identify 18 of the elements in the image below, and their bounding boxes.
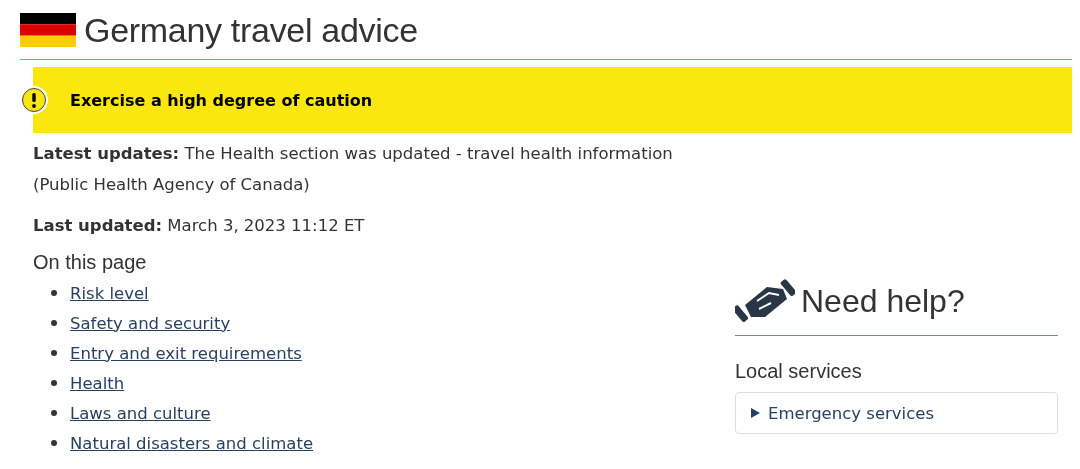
- local-services-heading: Local services: [735, 360, 863, 383]
- section-heading: On this page: [33, 251, 148, 274]
- page-link[interactable]: Health: [70, 373, 125, 393]
- caret-icon: [750, 408, 760, 418]
- page-link[interactable]: Risk level: [70, 283, 149, 303]
- handshake-icon: [735, 279, 795, 323]
- risk-level-text: Exercise a high degree of caution: [70, 90, 373, 110]
- accordion-item[interactable]: Emergency services: [735, 392, 1058, 434]
- last-updated-text: Last updated: March 3, 2023 11:12 ET: [33, 215, 366, 237]
- accordion-label: Emergency services: [768, 403, 934, 423]
- flag-icon: [20, 13, 76, 47]
- page-link[interactable]: Entry and exit requirements: [70, 343, 302, 363]
- page-title: Germany travel advice: [84, 10, 418, 50]
- page-link[interactable]: Safety and security: [70, 313, 231, 333]
- page-link[interactable]: Natural disasters and climate: [70, 433, 314, 453]
- page-link[interactable]: Laws and culture: [70, 403, 211, 423]
- help-heading: Need help?: [801, 282, 965, 320]
- latest-updates-text: Latest updates: The Health section was updated - travel health information (Public Health Agency of Canada): [33, 143, 674, 196]
